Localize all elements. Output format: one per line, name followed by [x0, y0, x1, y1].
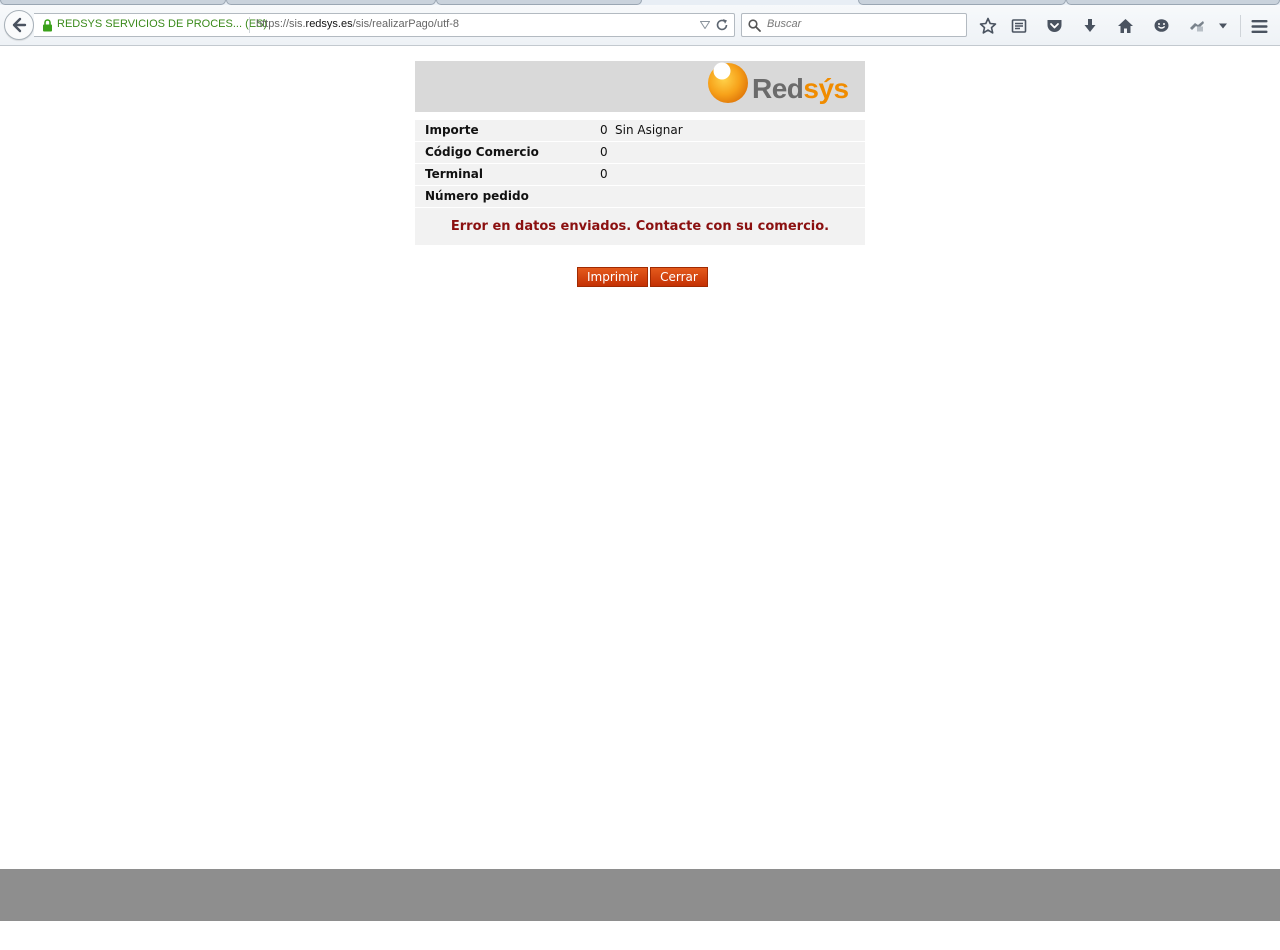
table-row-codigo-comercio: Código Comercio 0	[415, 142, 865, 164]
dropmarker-icon[interactable]	[700, 21, 710, 29]
url-bar[interactable]: REDSYS SERVICIOS DE PROCES... (ES) https…	[34, 13, 735, 37]
reload-icon[interactable]	[715, 18, 729, 32]
table-row-terminal: Terminal 0	[415, 164, 865, 186]
url-domain: redsys.es	[305, 18, 353, 30]
url-prefix: https://sis.	[256, 18, 306, 30]
terminal-label: Terminal	[425, 167, 484, 181]
search-icon	[748, 19, 761, 32]
toolbar-separator	[1240, 15, 1241, 37]
pocket-icon[interactable]	[1044, 16, 1064, 36]
payment-info-table: Importe 0 Sin Asignar Código Comercio 0 …	[415, 120, 865, 245]
importe-label: Importe	[425, 123, 479, 137]
redsys-logo-text: Redsýs	[752, 73, 849, 105]
header-banner: Redsýs	[415, 61, 865, 112]
home-icon[interactable]	[1115, 16, 1135, 36]
lock-icon[interactable]	[42, 19, 53, 32]
importe-value: 0	[600, 123, 608, 137]
menu-dropdown-icon[interactable]	[1213, 16, 1233, 36]
table-row-numero-pedido: Número pedido	[415, 186, 865, 208]
bookmark-star-icon[interactable]	[978, 16, 998, 36]
codigo-comercio-value: 0	[600, 145, 608, 159]
hamburger-menu-icon[interactable]	[1249, 16, 1269, 36]
payment-panel: Redsýs Importe 0 Sin Asignar Código Come…	[415, 61, 865, 245]
extension-icon[interactable]	[1187, 16, 1207, 36]
numero-pedido-label: Número pedido	[425, 189, 529, 203]
url-separator	[249, 17, 250, 33]
redsys-logo: Redsýs	[708, 61, 849, 112]
url-text[interactable]: https://sis.redsys.es/sis/realizarPago/u…	[256, 18, 459, 30]
importe-currency: Sin Asignar	[615, 123, 683, 137]
site-identity[interactable]: REDSYS SERVICIOS DE PROCES... (ES)	[57, 18, 267, 30]
logo-text-sys: sýs	[803, 73, 849, 104]
search-placeholder: Buscar	[767, 18, 802, 30]
redsys-logo-icon	[708, 62, 748, 103]
action-buttons: Imprimir Cerrar	[577, 267, 708, 287]
navigation-toolbar: REDSYS SERVICIOS DE PROCES... (ES) https…	[0, 5, 1280, 46]
search-bar[interactable]: Buscar	[741, 13, 967, 37]
download-icon[interactable]	[1080, 16, 1100, 36]
back-arrow-icon	[12, 17, 27, 33]
print-button[interactable]: Imprimir	[577, 267, 649, 287]
error-message: Error en datos enviados. Contacte con su…	[450, 219, 830, 234]
url-path: /sis/realizarPago/utf-8	[352, 18, 459, 30]
logo-text-red: Red	[752, 73, 804, 104]
reading-list-icon[interactable]	[1009, 16, 1029, 36]
close-button[interactable]: Cerrar	[650, 267, 708, 287]
codigo-comercio-label: Código Comercio	[425, 145, 539, 159]
back-button[interactable]	[4, 10, 34, 40]
chat-icon[interactable]	[1151, 16, 1171, 36]
table-row-importe: Importe 0 Sin Asignar	[415, 120, 865, 142]
footer-bar	[0, 869, 1280, 921]
terminal-value: 0	[600, 167, 608, 181]
